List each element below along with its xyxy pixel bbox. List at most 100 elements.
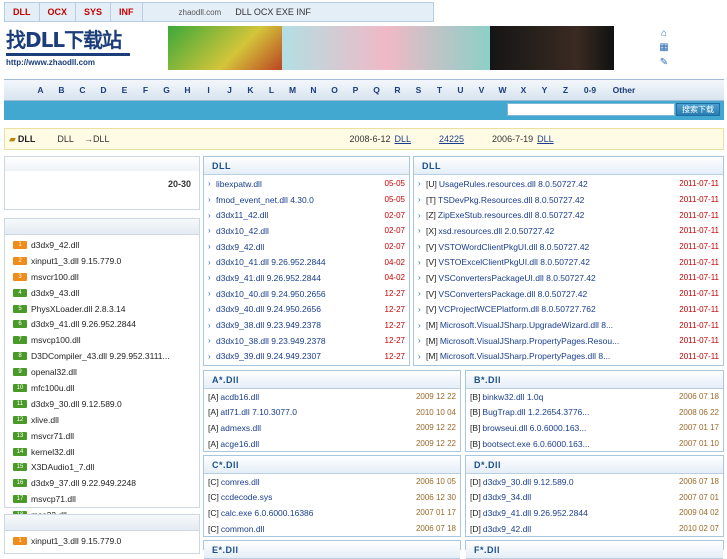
file-name[interactable]: d3dx10_38.dll 9.23.949.2378 [216, 336, 381, 346]
file-letter[interactable]: [V] [426, 242, 436, 252]
list-item[interactable]: [A] acge16.dll 2009 12 22 [204, 436, 460, 452]
file-letter[interactable]: [M] [426, 320, 438, 330]
rank-item[interactable]: 13 msvcr71.dll [5, 428, 199, 444]
file-name[interactable]: ccdecode.sys [221, 492, 412, 502]
rank-name[interactable]: mfc100u.dll [31, 383, 74, 393]
file-letter[interactable]: [V] [426, 257, 436, 267]
rank-name[interactable]: msvcr100.dll [31, 272, 79, 282]
rank-item[interactable]: 16 d3dx9_37.dll 9.22.949.2248 [5, 475, 199, 491]
breadcrumb-l1[interactable]: DLL [57, 134, 74, 144]
file-name[interactable]: Microsoft.VisualJSharp.UpgradeWizard.dll… [440, 320, 675, 330]
file-name[interactable]: VCProjectWCEPlatform.dll 8.0.50727.762 [438, 304, 675, 314]
list-item[interactable]: › d3dx10_40.dll 9.24.950.2656 12-27 [204, 286, 409, 302]
rank-item[interactable]: 6 d3dx9_41.dll 9.26.952.2844 [5, 316, 199, 332]
grid-icon[interactable]: ▦ [659, 42, 668, 53]
alpha-link[interactable]: K [240, 85, 261, 95]
search-input[interactable] [507, 103, 675, 116]
rank-item[interactable]: 17 msvcp71.dll [5, 491, 199, 507]
file-letter[interactable]: [M] [426, 336, 438, 346]
file-name[interactable]: d3dx10_41.dll 9.26.952.2844 [216, 257, 381, 267]
ad-banner[interactable] [168, 26, 614, 70]
rank-item[interactable]: 1 xinput1_3.dll 9.15.779.0 [5, 533, 199, 549]
list-item[interactable]: › d3dx9_38.dll 9.23.949.2378 12-27 [204, 317, 409, 333]
alpha-link[interactable]: P [345, 85, 366, 95]
list-item[interactable]: › [V] VCProjectWCEPlatform.dll 8.0.50727.7… [414, 302, 723, 318]
list-item[interactable]: [D] d3dx9_34.dll 2007 07 01 [466, 490, 723, 506]
alpha-link[interactable]: S [408, 85, 429, 95]
file-letter[interactable]: [D] [470, 524, 481, 534]
rank-name[interactable]: kernel32.dll [31, 447, 74, 457]
edit-icon[interactable]: ✎ [660, 57, 668, 68]
file-name[interactable]: d3dx10_40.dll 9.24.950.2656 [216, 289, 381, 299]
alpha-link[interactable]: I [198, 85, 219, 95]
rank-item[interactable]: 1 d3dx9_42.dll [5, 237, 199, 253]
file-name[interactable]: d3dx9_41.dll 9.26.952.2844 [216, 273, 381, 283]
alpha-link[interactable]: 0-9 [576, 85, 604, 95]
alpha-link[interactable]: C [72, 85, 93, 95]
rank-name[interactable]: xinput1_3.dll 9.15.779.0 [31, 256, 121, 266]
rank-name[interactable]: xinput1_3.dll 9.15.779.0 [31, 536, 121, 546]
file-name[interactable]: BugTrap.dll 1.2.2654.3776... [482, 407, 675, 417]
file-name[interactable]: binkw32.dll 1.0q [482, 392, 675, 402]
alpha-link[interactable]: B [51, 85, 72, 95]
list-item[interactable]: › [T] TSDevPkg.Resources.dll 8.0.50727.42 2… [414, 192, 723, 208]
file-name[interactable]: Microsoft.VisualJSharp.PropertyPages.Res… [440, 336, 675, 346]
rank-item[interactable]: 15 X3DAudio1_7.dll [5, 459, 199, 475]
update-link[interactable]: DLL [395, 134, 412, 144]
file-name[interactable]: libexpatw.dll [216, 179, 381, 189]
file-name[interactable]: acdb16.dll [220, 392, 412, 402]
file-name[interactable]: d3dx9_39.dll 9.24.949.2307 [216, 351, 381, 361]
list-item[interactable]: › d3dx9_39.dll 9.24.949.2307 12-27 [204, 349, 409, 365]
file-name[interactable]: bootsect.exe 6.0.6000.163... [482, 439, 675, 449]
rank-item[interactable]: 7 msvcp100.dll [5, 332, 199, 348]
file-letter[interactable]: [A] [208, 439, 218, 449]
file-letter[interactable]: [Z] [426, 210, 436, 220]
alpha-link[interactable]: U [450, 85, 471, 95]
rank-name[interactable]: xlive.dll [31, 415, 59, 425]
list-item[interactable]: › [V] VSConvertersPackageUI.dll 8.0.50727.… [414, 270, 723, 286]
rank-item[interactable]: 4 d3dx9_43.dll [5, 285, 199, 301]
list-item[interactable]: › fmod_event_net.dll 4.30.0 05-05 [204, 192, 409, 208]
alpha-link[interactable]: Y [534, 85, 555, 95]
alpha-link[interactable]: V [471, 85, 492, 95]
alpha-link[interactable]: E [114, 85, 135, 95]
file-name[interactable]: d3dx9_30.dll 9.12.589.0 [483, 477, 675, 487]
home-icon[interactable]: ⌂ [661, 28, 667, 39]
file-name[interactable]: common.dll [221, 524, 412, 534]
list-item[interactable]: › d3dx9_42.dll 02-07 [204, 239, 409, 255]
file-name[interactable]: calc.exe 6.0.6000.16386 [221, 508, 412, 518]
rank-name[interactable]: d3dx9_30.dll 9.12.589.0 [31, 399, 122, 409]
search-button[interactable]: 搜索下载 [676, 103, 720, 116]
rank-item[interactable]: 9 openal32.dll [5, 364, 199, 380]
file-name[interactable]: d3dx9_41.dll 9.26.952.2844 [483, 508, 675, 518]
file-letter[interactable]: [A] [208, 392, 218, 402]
top-tab-dll[interactable]: DLL [5, 3, 40, 21]
file-letter[interactable]: [M] [426, 351, 438, 361]
file-name[interactable]: d3dx9_34.dll [483, 492, 675, 502]
top-links[interactable]: DLL OCX EXE INF [235, 7, 311, 17]
rank-item[interactable]: 10 mfc100u.dll [5, 380, 199, 396]
list-item[interactable]: [C] calc.exe 6.0.6000.16386 2007 01 17 [204, 505, 460, 521]
alpha-link[interactable]: G [156, 85, 177, 95]
file-name[interactable]: VSConvertersPackageUI.dll 8.0.50727.42 [438, 273, 675, 283]
top-tab-ocx[interactable]: OCX [40, 3, 77, 21]
list-item[interactable]: [C] ccdecode.sys 2006 12 30 [204, 490, 460, 506]
alpha-link[interactable]: Z [555, 85, 576, 95]
file-name[interactable]: d3dx9_42.dll [216, 242, 381, 252]
banner-ad-3[interactable] [490, 26, 614, 70]
list-item[interactable]: › [V] VSTOWordClientPkgUI.dll 8.0.50727.42… [414, 239, 723, 255]
alpha-link[interactable]: Other [604, 85, 644, 95]
file-letter[interactable]: [A] [208, 407, 218, 417]
file-name[interactable]: d3dx9_38.dll 9.23.949.2378 [216, 320, 381, 330]
rank-name[interactable]: d3dx9_37.dll 9.22.949.2248 [31, 478, 136, 488]
alpha-link[interactable]: F [135, 85, 156, 95]
rank-item[interactable]: 2 xinput1_3.dll 9.15.779.0 [5, 253, 199, 269]
file-letter[interactable]: [D] [470, 477, 481, 487]
list-item[interactable]: › [X] xsd.resources.dll 2.0.50727.42 2011-0… [414, 223, 723, 239]
file-letter[interactable]: [C] [208, 477, 219, 487]
alpha-link[interactable]: O [324, 85, 345, 95]
file-letter[interactable]: [D] [470, 492, 481, 502]
rank-name[interactable]: msvcr71.dll [31, 431, 74, 441]
rank-item[interactable]: 5 PhysXLoader.dll 2.8.3.14 [5, 301, 199, 317]
rank-item[interactable]: 14 kernel32.dll [5, 444, 199, 460]
